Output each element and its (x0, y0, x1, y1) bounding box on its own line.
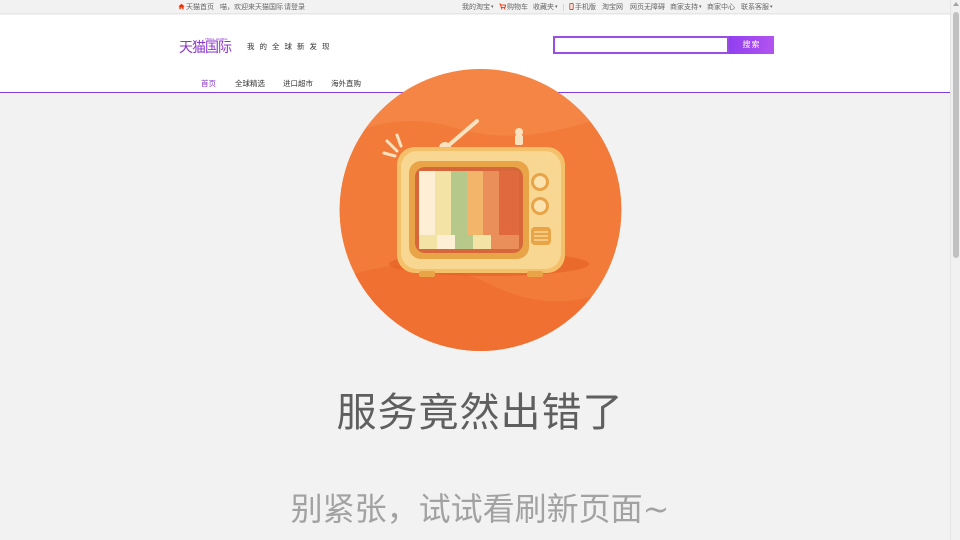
scroll-up-icon[interactable] (953, 2, 959, 6)
tmall-home-label: 天猫首页 (186, 3, 214, 11)
contact-service-label: 联系客服 (741, 3, 769, 11)
divider (563, 4, 564, 11)
tab-import-supermarket[interactable]: 进口超市 (283, 78, 313, 90)
error-subtitle: 别紧张，试试看刷新页面~ (290, 490, 670, 528)
my-taobao-label: 我的淘宝 (462, 3, 490, 11)
taobao-link[interactable]: 淘宝网 (602, 0, 623, 14)
site-nav-bar: 天猫首页 喵，欢迎来天猫国际 请登录 我的淘宝▾ 购物车 收藏夹▾ 手机版 淘宝… (0, 0, 950, 14)
search-button[interactable]: 搜索 (729, 36, 774, 54)
favorites-menu[interactable]: 收藏夹▾ (533, 0, 558, 14)
merchant-support-label: 商家支持 (670, 3, 698, 11)
site-header: TMALL GLOBAL 天猫国际 我的全球新发现 搜索 (0, 15, 950, 77)
mobile-link[interactable]: 手机版 (569, 0, 596, 14)
tv-illustration (339, 69, 622, 351)
welcome-text: 喵，欢迎来天猫国际 (220, 3, 283, 11)
search-box (553, 36, 729, 58)
seller-center-link[interactable]: 商家中心 (707, 0, 735, 14)
accessibility-link[interactable]: 网页无障碍 (630, 0, 665, 14)
chevron-down-icon: ▾ (699, 4, 702, 10)
mobile-label: 手机版 (575, 3, 596, 11)
contact-service-menu[interactable]: 联系客服▾ (741, 0, 773, 14)
logo-text: 天猫国际 (179, 40, 232, 56)
error-title: 服务竟然出错了 (336, 390, 624, 436)
chevron-down-icon: ▾ (770, 4, 773, 10)
search-input[interactable] (555, 43, 727, 58)
scrollbar-thumb[interactable] (953, 12, 959, 258)
mobile-icon (569, 3, 574, 10)
page-scrollbar[interactable] (950, 0, 960, 540)
cart-icon (499, 3, 506, 10)
slogan: 我的全球新发现 (247, 42, 335, 51)
tmall-global-logo[interactable]: TMALL GLOBAL 天猫国际 (179, 37, 235, 59)
merchant-support-menu[interactable]: 商家支持▾ (670, 0, 702, 14)
tmall-home-link[interactable]: 天猫首页 (178, 0, 214, 14)
cart-label: 购物车 (507, 3, 528, 11)
home-icon (178, 3, 185, 10)
chevron-down-icon: ▾ (555, 4, 558, 10)
chevron-down-icon: ▾ (491, 4, 494, 10)
my-taobao-menu[interactable]: 我的淘宝▾ (462, 0, 494, 14)
favorites-label: 收藏夹 (533, 3, 554, 11)
login-link[interactable]: 请登录 (284, 0, 305, 14)
cart-link[interactable]: 购物车 (499, 0, 528, 14)
tab-home[interactable]: 首页 (201, 78, 216, 90)
tab-global-selection[interactable]: 全球精选 (235, 78, 265, 90)
